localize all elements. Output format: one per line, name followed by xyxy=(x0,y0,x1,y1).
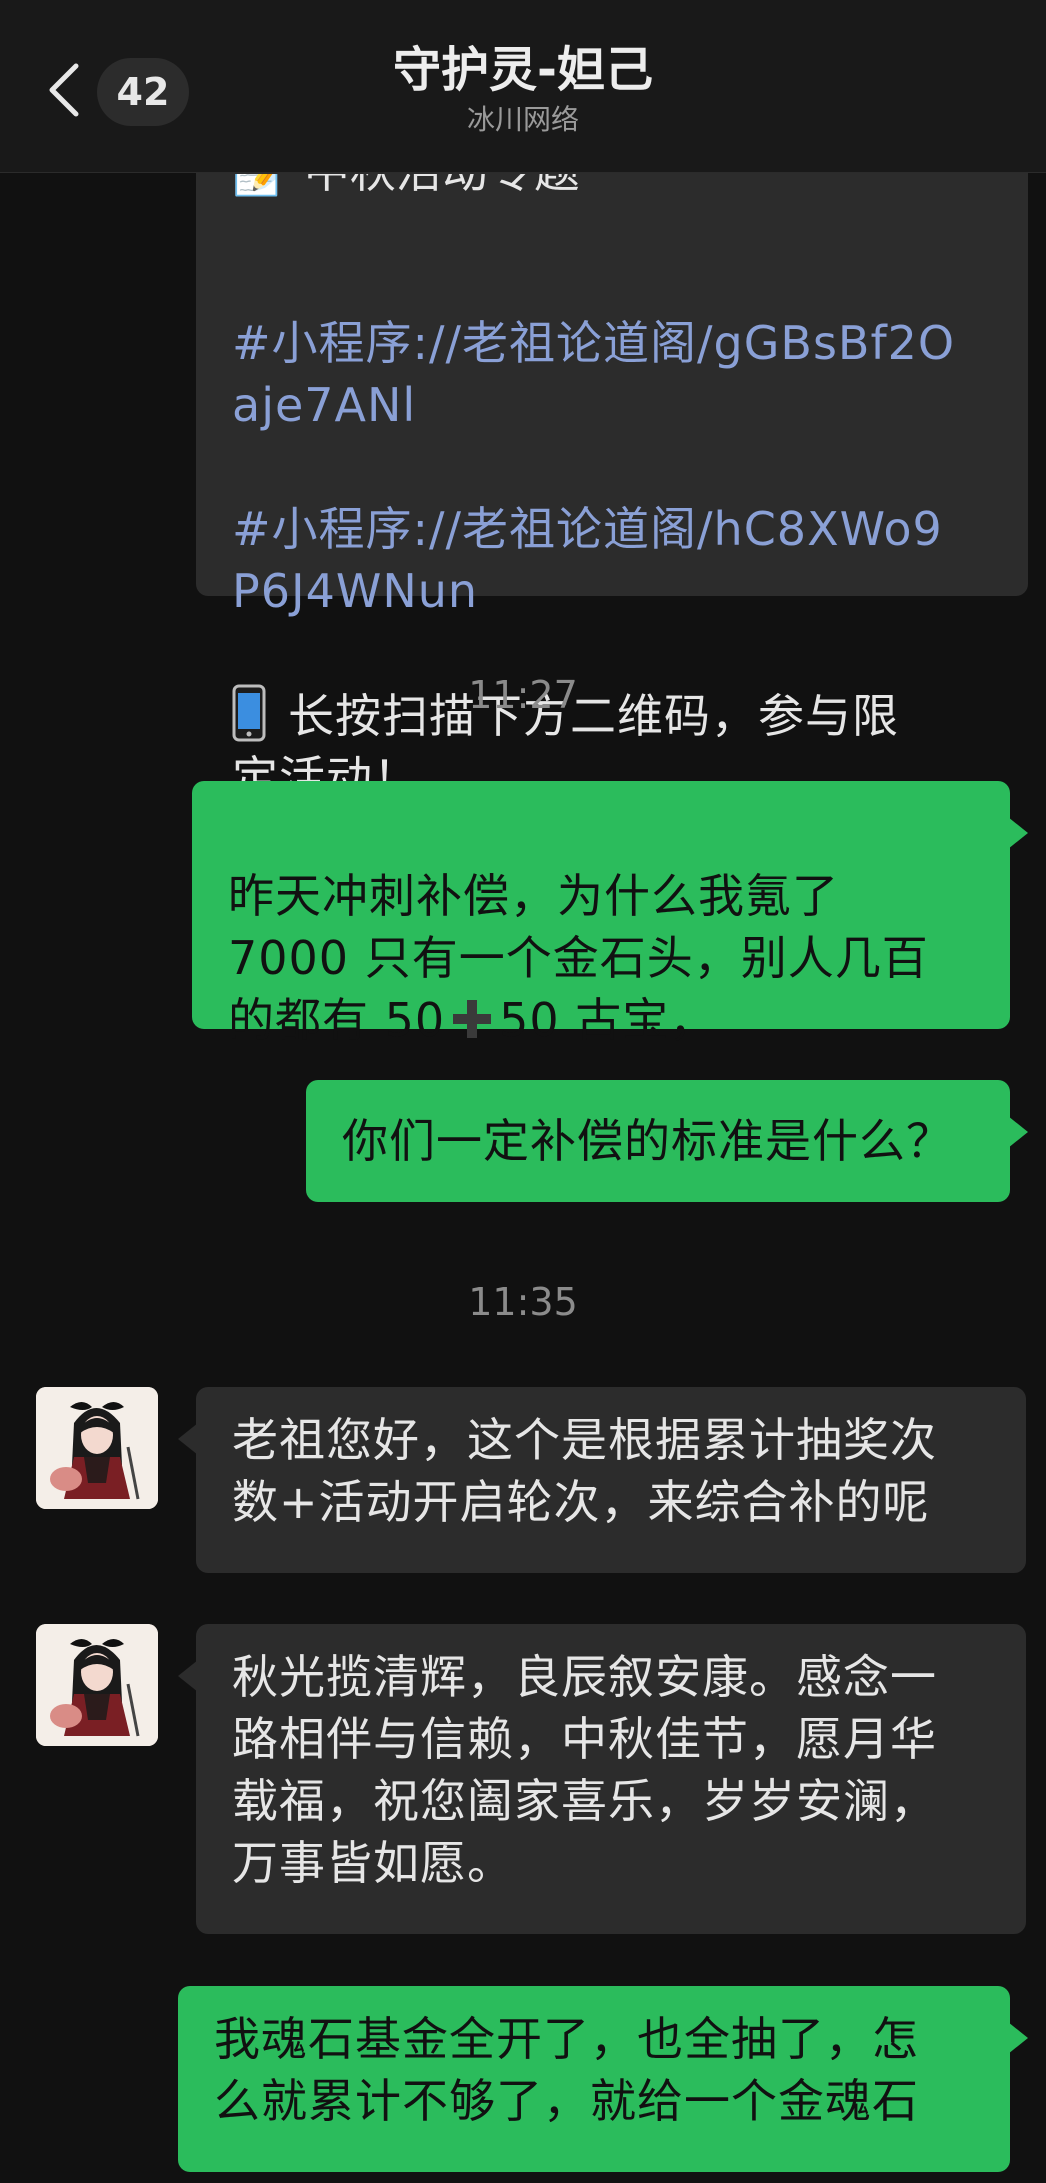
contact-avatar[interactable] xyxy=(36,1624,158,1746)
contact-avatar[interactable] xyxy=(36,1387,158,1509)
chat-title[interactable]: 守护灵-妲己 xyxy=(0,40,1046,100)
message-bubble-outgoing[interactable]: 你们一定补偿的标准是什么？ xyxy=(306,1080,1028,1202)
chat-header: 42 守护灵-妲己 冰川网络 xyxy=(0,0,1046,173)
timestamp: 11:35 xyxy=(468,1280,578,1324)
heavy-plus-icon xyxy=(453,1000,492,1038)
chat-subtitle: 冰川网络 xyxy=(466,103,579,136)
message-text: 50 古宝， xyxy=(499,993,717,1047)
mini-program-link[interactable]: #小程序://老祖论道阁/gGBsBf2O aje7ANl xyxy=(232,316,955,432)
message-bubble-outgoing[interactable]: 昨天冲刺补偿，为什么我氪了 7000 只有一个金石头，别人几百 的都有 50 5… xyxy=(192,781,1028,1047)
message-bubble-incoming[interactable]: 秋光揽清辉，良辰叙安康。感念一 路相伴与信赖，中秋佳节，愿月华 载福，祝您阖家喜… xyxy=(178,1624,1026,1934)
message-bubble-outgoing[interactable]: 我魂石基金全开了，也全抽了，怎 么就累计不够了，就给一个金魂石 xyxy=(178,1986,1028,2172)
timestamp: 11:27 xyxy=(468,673,578,717)
mini-program-link[interactable]: #小程序://老祖论道阁/hC8XWo9 P6J4WNun xyxy=(232,502,943,618)
avatar-image xyxy=(36,1624,158,1746)
message-bubble-incoming[interactable]: 老祖您好，这个是根据累计抽奖次 数+活动开启轮次，来综合补的呢 xyxy=(178,1387,1026,1573)
avatar-image xyxy=(36,1387,158,1509)
